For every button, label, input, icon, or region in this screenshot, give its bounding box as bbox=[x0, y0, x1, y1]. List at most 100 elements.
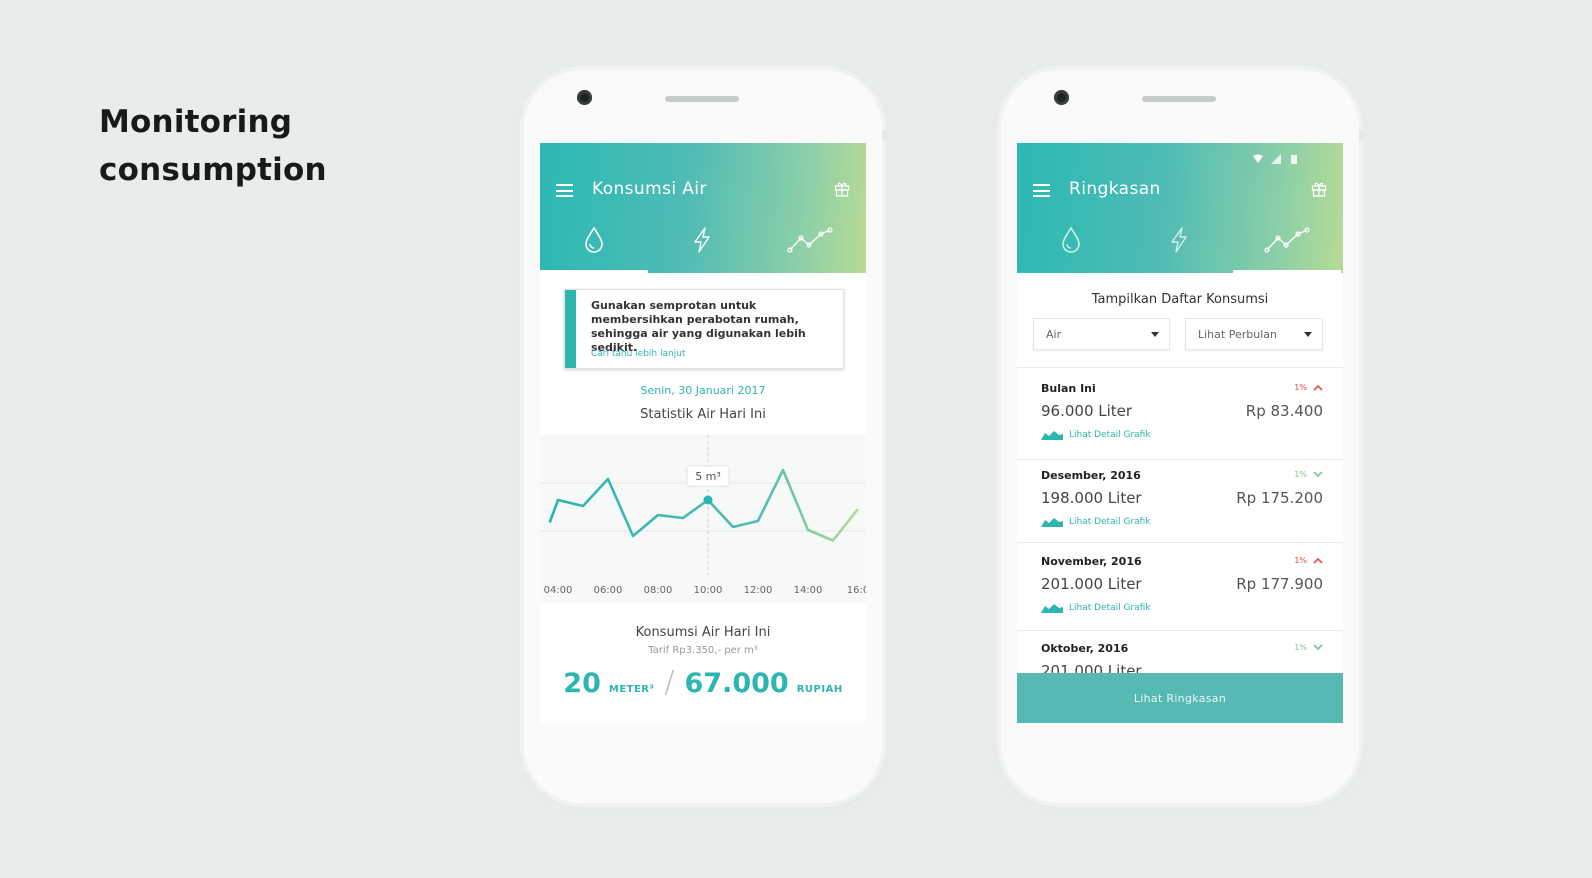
side-button bbox=[882, 130, 886, 140]
phone-speaker bbox=[665, 96, 739, 102]
status-bar bbox=[1253, 149, 1299, 164]
meter-value: 20 bbox=[563, 668, 601, 699]
consumption-title: Konsumsi Air Hari Ini bbox=[635, 625, 771, 640]
tariff-text: Tarif Rp3.350,- per m³ bbox=[648, 645, 758, 656]
trend-value: 1% bbox=[1294, 643, 1307, 652]
active-tab-indicator bbox=[540, 270, 648, 273]
current-date: Senin, 30 Januari 2017 bbox=[640, 384, 766, 397]
x-tick-label: 08:00 bbox=[644, 585, 673, 596]
divider bbox=[1017, 542, 1343, 543]
trend-badge: 1% bbox=[1294, 383, 1323, 392]
row-liter: 201.000 Liter bbox=[1041, 575, 1142, 593]
divider bbox=[1017, 367, 1343, 368]
heading-line-1: Monitoring bbox=[99, 104, 293, 140]
x-tick-label: 16:0 bbox=[847, 585, 866, 596]
app-bar: Ringkasan bbox=[1017, 143, 1343, 273]
active-tab-indicator bbox=[1233, 270, 1341, 273]
hamburger-menu-icon[interactable] bbox=[1033, 184, 1050, 197]
screen-konsumsi-air: Konsumsi Air Gunakan semprotan untuk mem… bbox=[540, 143, 866, 723]
screen-ringkasan: Ringkasan Tampilkan Daftar Konsumsi Air … bbox=[1017, 143, 1343, 723]
trend-value: 1% bbox=[1294, 383, 1307, 392]
detail-link-text: Lihat Detail Grafik bbox=[1069, 603, 1151, 613]
area-chart-icon bbox=[1041, 518, 1063, 527]
row-label: November, 2016 bbox=[1041, 555, 1142, 568]
x-tick-label: 14:00 bbox=[794, 585, 823, 596]
app-bar-title: Konsumsi Air bbox=[592, 179, 707, 199]
tip-card: Gunakan semprotan untuk membersihkan per… bbox=[564, 289, 844, 369]
row-label: Desember, 2016 bbox=[1041, 469, 1141, 482]
wifi-icon bbox=[1253, 149, 1263, 163]
tab-water[interactable] bbox=[540, 226, 648, 266]
trend-value: 1% bbox=[1294, 556, 1307, 565]
arrow-up-icon bbox=[1313, 557, 1323, 564]
detail-link-text: Lihat Detail Grafik bbox=[1069, 517, 1151, 527]
signal-icon bbox=[1271, 149, 1281, 164]
meter-unit: METER³ bbox=[608, 684, 655, 695]
chevron-down-icon bbox=[1151, 332, 1159, 337]
lightning-icon bbox=[694, 227, 710, 253]
trend-badge: 1% bbox=[1294, 556, 1323, 565]
phone-konsumsi-air: Konsumsi Air Gunakan semprotan untuk mem… bbox=[524, 70, 886, 803]
tip-more-link[interactable]: Cari tahu lebih lanjut bbox=[591, 349, 685, 359]
water-usage-chart[interactable]: 5 m³ 04:00 06:00 08:00 10:00 12:00 14:00 16:0 bbox=[540, 435, 866, 603]
tab-electricity[interactable] bbox=[648, 226, 756, 266]
rupiah-unit: RUPIAH bbox=[796, 684, 843, 695]
chart-canvas: 5 m³ 04:00 06:00 08:00 10:00 12:00 14:00 16:0 bbox=[540, 435, 866, 596]
arrow-up-icon bbox=[1313, 384, 1323, 391]
row-liter: 96.000 Liter bbox=[1041, 402, 1133, 420]
front-camera bbox=[577, 90, 592, 105]
tab-water[interactable] bbox=[1017, 226, 1125, 266]
hamburger-menu-icon[interactable] bbox=[556, 184, 573, 197]
row-price: Rp 177.900 bbox=[1236, 575, 1323, 593]
tab-electricity[interactable] bbox=[1125, 226, 1233, 266]
divider bbox=[1017, 630, 1343, 631]
app-bar: Konsumsi Air bbox=[540, 143, 866, 273]
side-button bbox=[1359, 130, 1363, 140]
phone-speaker bbox=[1142, 96, 1216, 102]
row-price: Rp 83.400 bbox=[1245, 402, 1323, 420]
chart-title: Statistik Air Hari Ini bbox=[640, 407, 766, 422]
gift-icon[interactable] bbox=[1311, 181, 1327, 197]
type-select-value: Air bbox=[1046, 328, 1062, 341]
list-item[interactable]: Bulan Ini 1% 96.000 Liter Rp 83.400 Liha… bbox=[1017, 372, 1343, 458]
chart-tooltip-label: 5 m³ bbox=[695, 470, 721, 483]
row-liter: 198.000 Liter bbox=[1041, 489, 1142, 507]
battery-icon bbox=[1289, 149, 1299, 164]
summary-button[interactable]: Lihat Ringkasan bbox=[1017, 673, 1343, 723]
arrow-down-icon bbox=[1313, 471, 1323, 478]
x-tick-label: 04:00 bbox=[544, 585, 573, 596]
row-label: Oktober, 2016 bbox=[1041, 642, 1129, 655]
water-drop-icon bbox=[1062, 226, 1080, 253]
highlight-point bbox=[703, 495, 713, 505]
list-item[interactable]: Desember, 2016 1% 198.000 Liter Rp 175.2… bbox=[1017, 459, 1343, 545]
tip-accent-bar bbox=[565, 290, 576, 368]
period-select[interactable]: Lihat Perbulan bbox=[1185, 318, 1323, 350]
x-tick-label: 10:00 bbox=[694, 585, 723, 596]
page-heading: Monitoring consumption bbox=[99, 98, 327, 194]
lightning-icon bbox=[1171, 227, 1187, 253]
arrow-down-icon bbox=[1313, 644, 1323, 651]
row-label: Bulan Ini bbox=[1041, 382, 1096, 395]
gift-icon[interactable] bbox=[834, 181, 850, 197]
x-tick-label: 06:00 bbox=[594, 585, 623, 596]
front-camera bbox=[1054, 90, 1069, 105]
area-chart-icon bbox=[1041, 604, 1063, 613]
list-item[interactable]: November, 2016 1% 201.000 Liter Rp 177.9… bbox=[1017, 545, 1343, 631]
row-price: Rp 175.200 bbox=[1236, 489, 1323, 507]
water-drop-icon bbox=[585, 226, 603, 253]
area-chart-icon bbox=[1041, 431, 1063, 440]
trend-badge: 1% bbox=[1294, 643, 1323, 652]
trend-value: 1% bbox=[1294, 470, 1307, 479]
x-tick-label: 12:00 bbox=[744, 585, 773, 596]
tab-summary-chart[interactable] bbox=[756, 226, 864, 266]
detail-chart-link[interactable]: Lihat Detail Grafik bbox=[1041, 517, 1151, 527]
tab-summary-chart[interactable] bbox=[1233, 226, 1341, 266]
type-select[interactable]: Air bbox=[1033, 318, 1170, 350]
heading-line-2: consumption bbox=[99, 152, 327, 188]
phone-ringkasan: Ringkasan Tampilkan Daftar Konsumsi Air … bbox=[1001, 70, 1363, 803]
detail-chart-link[interactable]: Lihat Detail Grafik bbox=[1041, 430, 1151, 440]
divider-slash: / bbox=[664, 665, 675, 700]
rupiah-value: 67.000 bbox=[684, 668, 789, 699]
period-select-value: Lihat Perbulan bbox=[1198, 328, 1277, 341]
detail-chart-link[interactable]: Lihat Detail Grafik bbox=[1041, 603, 1151, 613]
